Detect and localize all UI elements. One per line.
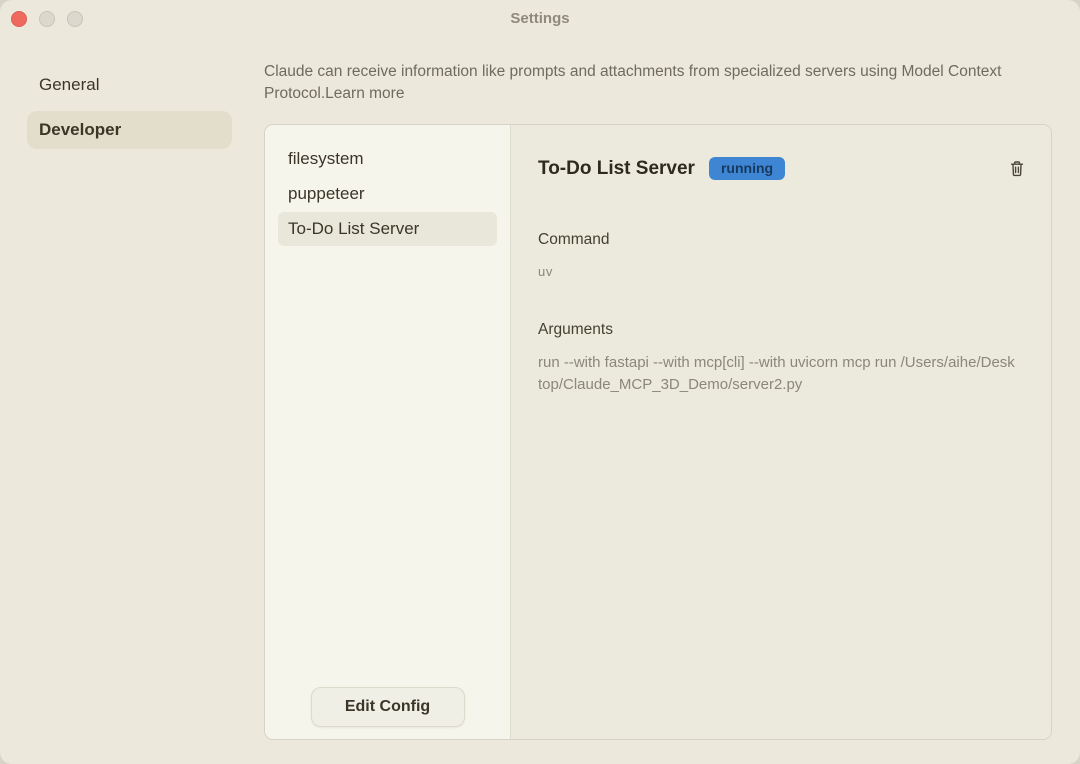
- status-badge: running: [709, 157, 785, 180]
- sidebar-item-general[interactable]: General: [27, 66, 232, 104]
- mcp-description: Claude can receive information like prom…: [264, 61, 1040, 105]
- edit-config-button[interactable]: Edit Config: [311, 687, 465, 727]
- command-label: Command: [538, 231, 1027, 249]
- server-list-item-filesystem[interactable]: filesystem: [278, 142, 497, 176]
- arguments-value: run --with fastapi --with mcp[cli] --wit…: [538, 352, 1016, 395]
- sidebar-item-developer[interactable]: Developer: [27, 111, 232, 149]
- trash-icon: [1009, 160, 1025, 177]
- server-list: filesystem puppeteer To-Do List Server E…: [265, 125, 511, 739]
- settings-sidebar: General Developer: [27, 66, 232, 156]
- settings-window: Settings General Developer Claude can re…: [0, 0, 1080, 764]
- server-title: To-Do List Server: [538, 158, 695, 180]
- arguments-field: Arguments run --with fastapi --with mcp[…: [538, 321, 1027, 395]
- command-value: uv: [538, 264, 1027, 279]
- command-field: Command uv: [538, 231, 1027, 279]
- server-list-item-todo-list-server[interactable]: To-Do List Server: [278, 212, 497, 246]
- server-list-item-puppeteer[interactable]: puppeteer: [278, 177, 497, 211]
- mcp-servers-panel: filesystem puppeteer To-Do List Server E…: [264, 124, 1052, 740]
- window-title: Settings: [0, 0, 1080, 38]
- server-detail-pane: To-Do List Server running Co: [511, 125, 1051, 739]
- learn-more-link[interactable]: Learn more: [325, 85, 404, 102]
- server-detail-header: To-Do List Server running: [538, 157, 1027, 180]
- titlebar: Settings: [0, 0, 1080, 38]
- arguments-label: Arguments: [538, 321, 1027, 339]
- delete-server-button[interactable]: [1007, 159, 1027, 179]
